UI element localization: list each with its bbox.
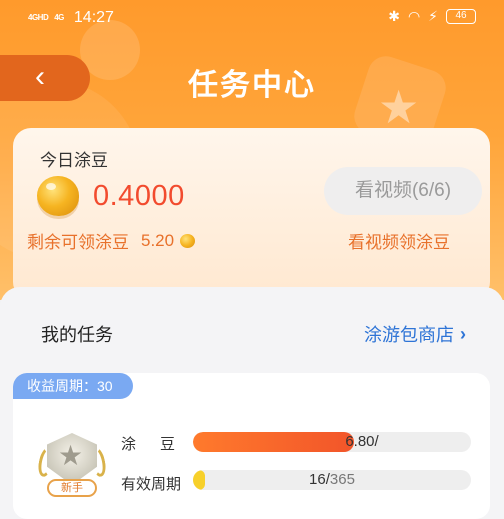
status-bar: 4GHD 4G 14:27 ✱ ◠ ⚡ 46 xyxy=(0,0,504,38)
today-beans-label: 今日涂豆 xyxy=(40,151,108,170)
bluetooth-icon: ✱ xyxy=(388,8,400,24)
period-row-label: 有效周期 xyxy=(121,476,182,493)
charging-icon: ⚡ xyxy=(428,8,438,24)
period-progress-text: 16/365 xyxy=(193,470,471,490)
wifi-icon: ◠ xyxy=(407,8,421,24)
chevron-right-icon[interactable]: › xyxy=(460,324,466,345)
signal-indicator: 4GHD xyxy=(28,13,49,22)
beans-progress-text: 6.80/ xyxy=(193,432,471,452)
section-title: 我的任务 xyxy=(41,325,113,345)
beans-progress-bar: 6.80/ xyxy=(193,432,471,452)
medal-level-label: 新手 xyxy=(47,479,97,497)
page-title: 任务中心 xyxy=(188,69,316,102)
remaining-beans-label: 剩余可领涂豆 xyxy=(27,233,129,252)
task-card: 收益周期：30 ★ 新手 涂豆 6.80/ 有效周期 16/365 xyxy=(13,373,490,519)
earnings-card: 今日涂豆 0.4000 剩余可领涂豆 5.20 看视频(6/6) 看视频领涂豆 xyxy=(13,128,490,300)
star-icon: ★ xyxy=(58,440,84,471)
bean-icon xyxy=(37,176,79,216)
watch-video-button[interactable]: 看视频(6/6) xyxy=(324,167,482,215)
battery-indicator: 46 xyxy=(446,9,476,24)
beans-row-label: 涂豆 xyxy=(121,436,200,453)
shop-link-label[interactable]: 涂游包商店 xyxy=(364,321,454,347)
signal-indicator: 4G xyxy=(54,13,64,22)
clock: 14:27 xyxy=(73,9,114,26)
beans-amount: 0.4000 xyxy=(93,180,185,212)
period-progress-bar: 16/365 xyxy=(193,470,471,490)
beans-separator: / xyxy=(374,433,379,450)
remaining-beans: 剩余可领涂豆 5.20 xyxy=(27,228,196,253)
remaining-beans-value: 5.20 xyxy=(141,230,175,250)
medal-icon: ★ 新手 xyxy=(36,429,108,499)
income-period-badge: 收益周期：30 xyxy=(13,373,133,399)
beans-current: 6.80 xyxy=(345,433,375,450)
period-total: 365 xyxy=(329,471,355,488)
my-tasks-section: 我的任务 涂游包商店 › 收益周期：30 ★ 新手 涂豆 6.80/ 有效周期 … xyxy=(0,287,504,519)
period-current: 16 xyxy=(309,471,326,488)
shop-link[interactable]: 涂游包商店 › xyxy=(364,321,466,347)
bean-icon xyxy=(180,233,196,248)
watch-video-link[interactable]: 看视频领涂豆 xyxy=(348,228,450,253)
